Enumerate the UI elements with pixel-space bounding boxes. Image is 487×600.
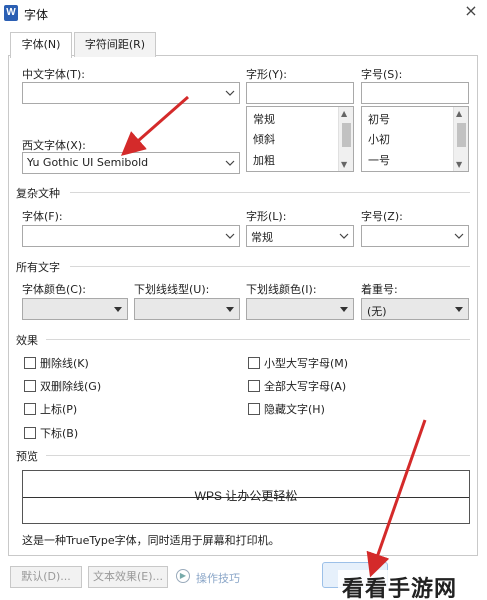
annotation-arrows xyxy=(120,95,427,578)
arrow-to-west-font xyxy=(120,95,189,156)
arrow-to-ok-button xyxy=(366,419,427,578)
